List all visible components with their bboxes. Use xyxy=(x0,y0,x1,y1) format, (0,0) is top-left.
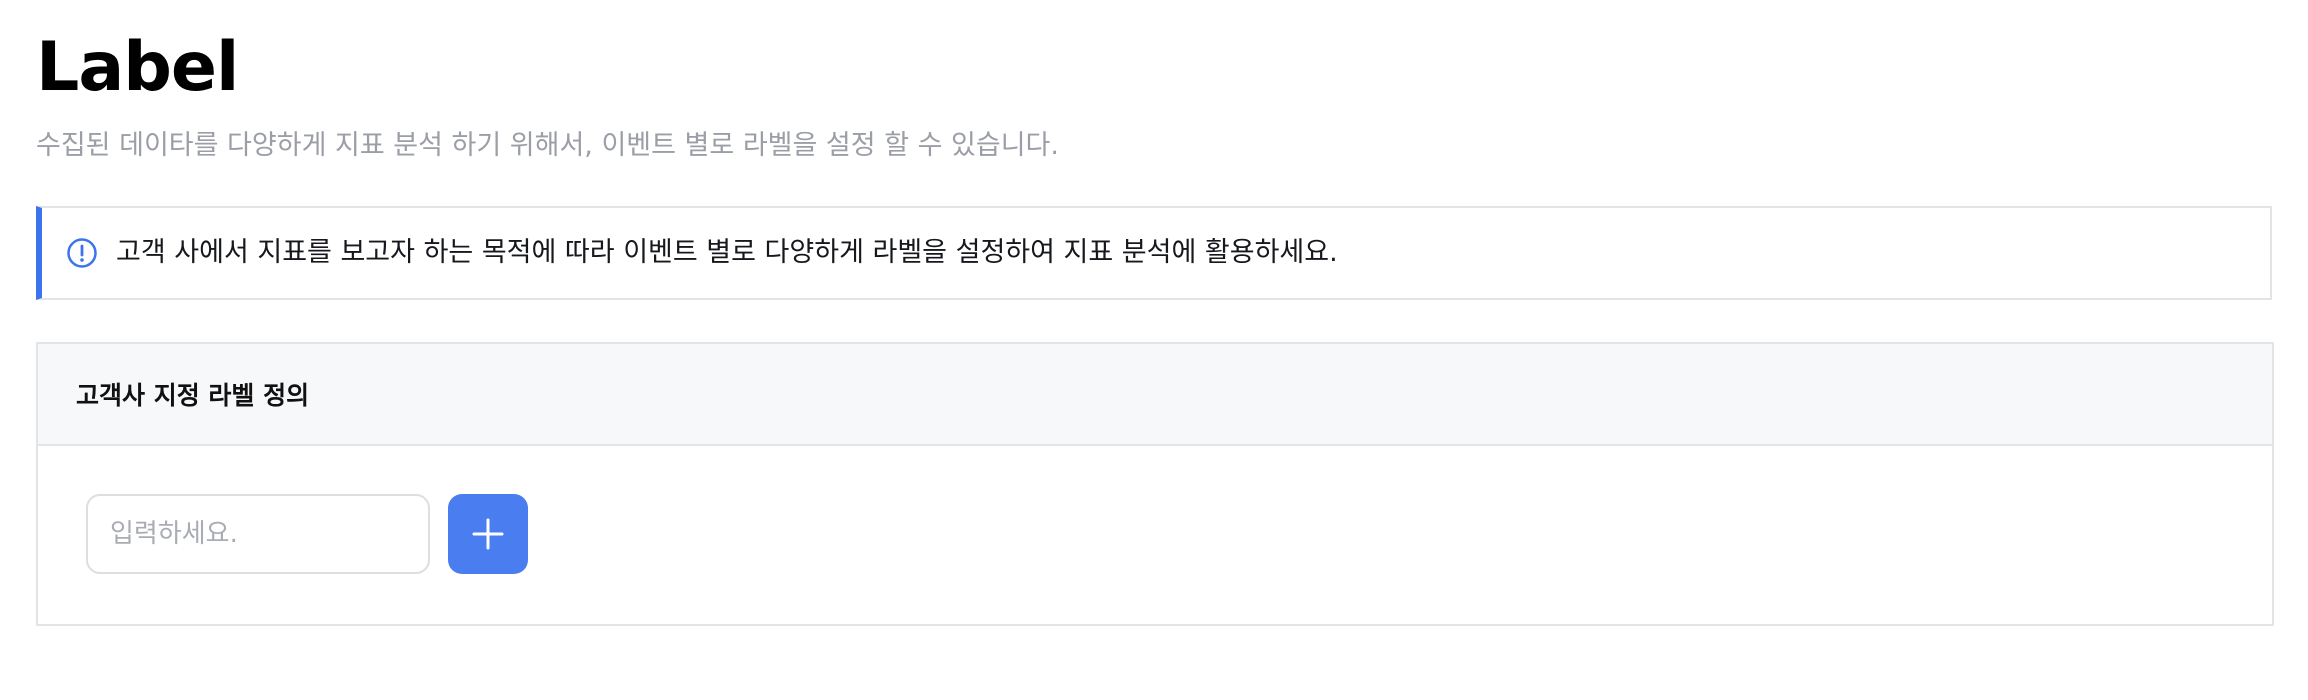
custom-label-panel: 고객사 지정 라벨 정의 xyxy=(36,342,2274,626)
panel-body xyxy=(38,446,2272,626)
info-circle-icon xyxy=(66,237,98,269)
label-settings-page: Label 수집된 데이타를 다양하게 지표 분석 하기 위해서, 이벤트 별로… xyxy=(0,0,2308,700)
page-subtitle: 수집된 데이타를 다양하게 지표 분석 하기 위해서, 이벤트 별로 라벨을 설… xyxy=(36,130,1059,161)
label-input[interactable] xyxy=(86,494,430,574)
page-title: Label xyxy=(36,28,239,107)
info-notice: 고객 사에서 지표를 보고자 하는 목적에 따라 이벤트 별로 다양하게 라벨을… xyxy=(36,206,2272,300)
add-label-button[interactable] xyxy=(448,494,528,574)
panel-title: 고객사 지정 라벨 정의 xyxy=(76,381,310,410)
plus-icon xyxy=(470,516,506,552)
panel-header: 고객사 지정 라벨 정의 xyxy=(38,344,2272,446)
notice-text: 고객 사에서 지표를 보고자 하는 목적에 따라 이벤트 별로 다양하게 라벨을… xyxy=(116,237,1338,268)
